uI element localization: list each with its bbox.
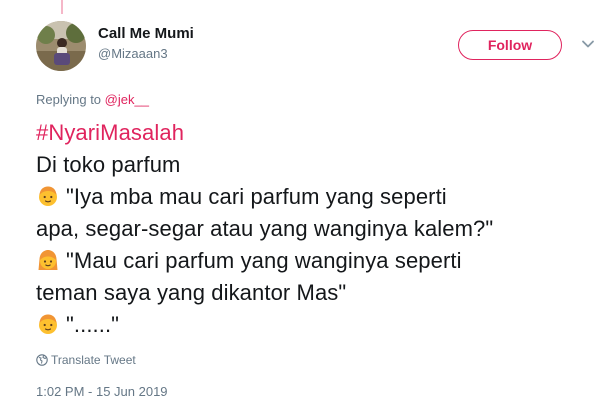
tweet-text: #NyariMasalah Di toko parfum "Iya mba ma…	[36, 117, 601, 341]
thread-connector-line	[61, 0, 63, 14]
tweet-timestamp[interactable]: 1:02 PM - 15 Jun 2019	[36, 384, 168, 400]
hashtag-link[interactable]: #NyariMasalah	[36, 120, 184, 145]
follow-button[interactable]: Follow	[458, 30, 562, 60]
tweet-line: "......"	[66, 312, 120, 337]
tweet-line: "Iya mba mau cari parfum yang seperti	[66, 184, 447, 209]
user-handle[interactable]: @Mizaaan3	[98, 44, 194, 64]
boy-emoji-icon	[39, 314, 57, 334]
tweet-line: apa, segar-segar atau yang wanginya kale…	[36, 216, 494, 241]
translate-tweet-link[interactable]: Translate Tweet	[36, 352, 136, 368]
replying-to-label: Replying to	[36, 92, 105, 107]
tweet-line: "Mau cari parfum yang wanginya seperti	[66, 248, 462, 273]
replying-to: Replying to @jek__	[36, 92, 149, 108]
boy-emoji-icon	[39, 186, 57, 206]
girl-emoji-icon	[38, 250, 58, 270]
translate-tweet-label[interactable]: Translate Tweet	[51, 353, 136, 367]
display-name[interactable]: Call Me Mumi	[98, 25, 194, 43]
reply-mention-link[interactable]: @jek__	[105, 92, 149, 107]
tweet-header: Call Me Mumi @Mizaaan3 Follow	[36, 21, 596, 77]
globe-icon	[36, 354, 48, 366]
tweet-line: Di toko parfum	[36, 152, 181, 177]
avatar[interactable]	[36, 21, 86, 71]
chevron-down-icon[interactable]	[580, 36, 596, 52]
tweet-line: teman saya yang dikantor Mas"	[36, 280, 347, 305]
